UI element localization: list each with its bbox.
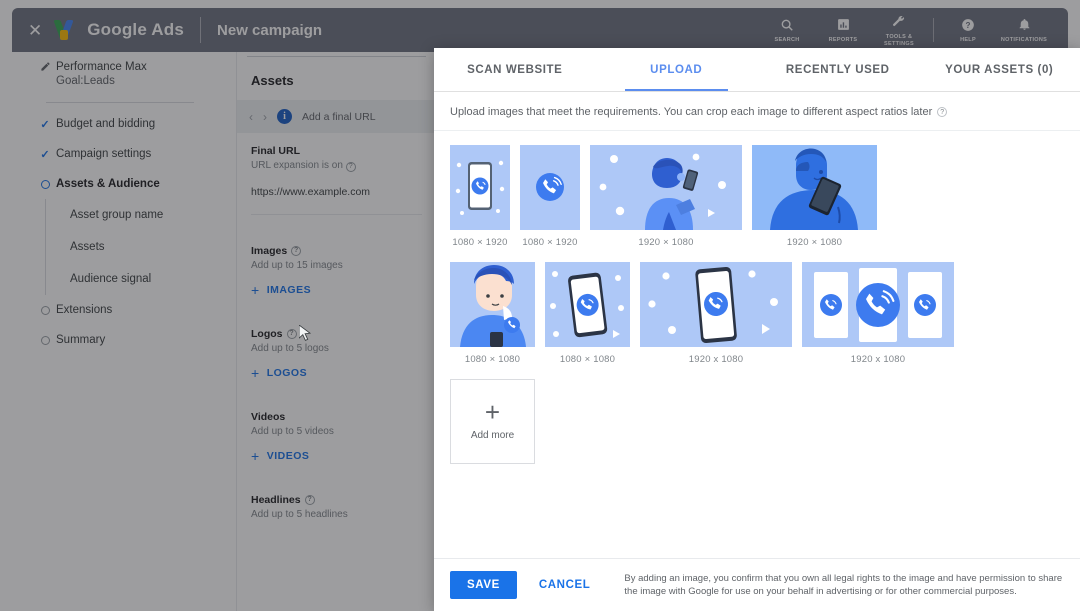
image-thumbnail-phone-tilted-square[interactable] <box>545 262 630 347</box>
image-thumbnail-phone-portrait-card[interactable] <box>450 145 510 230</box>
gallery-item: 1920 x 1080 <box>640 262 792 365</box>
add-more-button[interactable]: + Add more <box>450 379 535 464</box>
image-upload-dialog: SCAN WEBSITE UPLOAD RECENTLY USED YOUR A… <box>434 48 1080 611</box>
image-dimensions: 1080 × 1920 <box>452 237 508 248</box>
help-icon[interactable]: ? <box>937 107 948 117</box>
image-dimensions: 1080 × 1080 <box>559 354 616 365</box>
gallery-item: 1080 × 1080 <box>545 262 630 365</box>
image-thumbnail-call-badge-portrait[interactable] <box>520 145 580 230</box>
gallery-row: 1080 × 1920 1080 × 1920 1920 × 1080 1920… <box>450 145 1064 248</box>
image-thumbnail-person-face-phone[interactable] <box>752 145 877 230</box>
image-dimensions: 1920 x 1080 <box>688 354 744 365</box>
image-dimensions: 1080 × 1920 <box>522 237 578 248</box>
legal-disclaimer: By adding an image, you confirm that you… <box>624 573 1063 597</box>
image-dimensions: 1080 × 1080 <box>464 354 521 365</box>
image-dimensions: 1920 × 1080 <box>786 237 843 248</box>
gallery-item: 1920 × 1080 <box>752 145 877 248</box>
dialog-footer: SAVE CANCEL By adding an image, you conf… <box>434 558 1080 611</box>
image-dimensions: 1920 × 1080 <box>638 237 694 248</box>
upload-instructions-text: Upload images that meet the requirements… <box>450 106 933 118</box>
image-dimensions: 1920 x 1080 <box>850 354 906 365</box>
upload-instructions: Upload images that meet the requirements… <box>434 92 1080 131</box>
image-thumbnail-phone-wide-dots[interactable] <box>640 262 792 347</box>
cancel-button[interactable]: CANCEL <box>531 571 599 599</box>
gallery-item: 1080 × 1080 <box>450 262 535 365</box>
screen-root: ✕ Google Ads New campaign SEARCH REPORTS… <box>0 0 1080 611</box>
gallery-item: 1920 × 1080 <box>590 145 742 248</box>
save-button[interactable]: SAVE <box>450 571 517 599</box>
tab-recently-used[interactable]: RECENTLY USED <box>757 48 919 91</box>
image-thumbnail-person-back-phone[interactable] <box>590 145 742 230</box>
gallery-item: 1080 × 1920 <box>520 145 580 248</box>
image-gallery: 1080 × 1920 1080 × 1920 1920 × 1080 1920… <box>434 131 1080 558</box>
gallery-item: 1080 × 1920 <box>450 145 510 248</box>
gallery-item: 1920 x 1080 <box>802 262 954 365</box>
dialog-tabs: SCAN WEBSITE UPLOAD RECENTLY USED YOUR A… <box>434 48 1080 92</box>
plus-icon: + <box>484 397 501 427</box>
tab-scan-website[interactable]: SCAN WEBSITE <box>434 48 596 91</box>
image-thumbnail-three-cards[interactable] <box>802 262 954 347</box>
gallery-row: 1080 × 1080 1080 × 1080 1920 x 1080 1920… <box>450 262 1064 365</box>
add-more-label: Add more <box>470 430 515 441</box>
gallery-row-add-more: + Add more <box>450 379 1064 464</box>
tab-upload[interactable]: UPLOAD <box>596 48 758 91</box>
image-thumbnail-person-portrait-square[interactable] <box>450 262 535 347</box>
mouse-cursor <box>298 324 312 342</box>
tab-your-assets[interactable]: YOUR ASSETS (0) <box>919 48 1080 91</box>
